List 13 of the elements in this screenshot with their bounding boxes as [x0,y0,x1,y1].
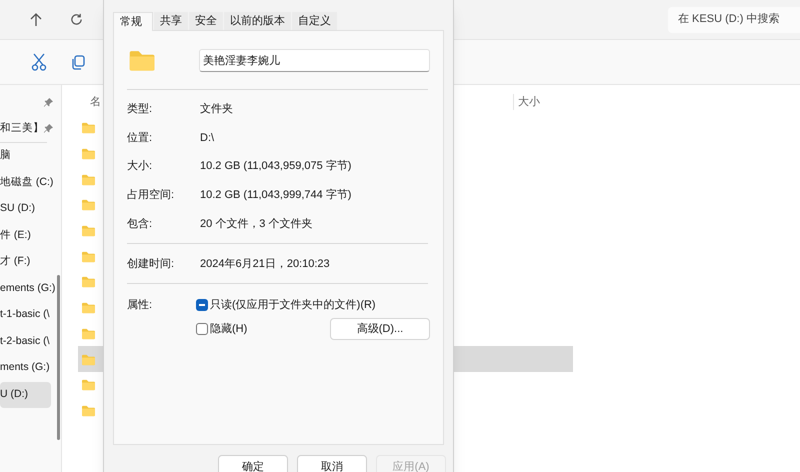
field-label: 占用空间: [127,188,176,204]
field-label: 属性: [127,298,154,314]
field-label: 包含: [127,216,154,232]
field-label: 类型: [127,102,154,118]
field-value: 2024年6月21日，20:10:23 [200,256,330,272]
field-label: 位置: [127,130,154,146]
field-value: 10.2 GB (11,043,999,744 字节) [200,188,352,204]
field-value: D:\ [200,130,214,146]
field-label: 大小: [127,159,154,174]
field-value: 20 个文件，3 个文件夹 [200,216,312,232]
field-label: 创建时间: [127,256,176,272]
field-value: 文件夹 [200,102,233,118]
field-value: 10.2 GB (11,043,959,075 字节) [200,158,352,174]
